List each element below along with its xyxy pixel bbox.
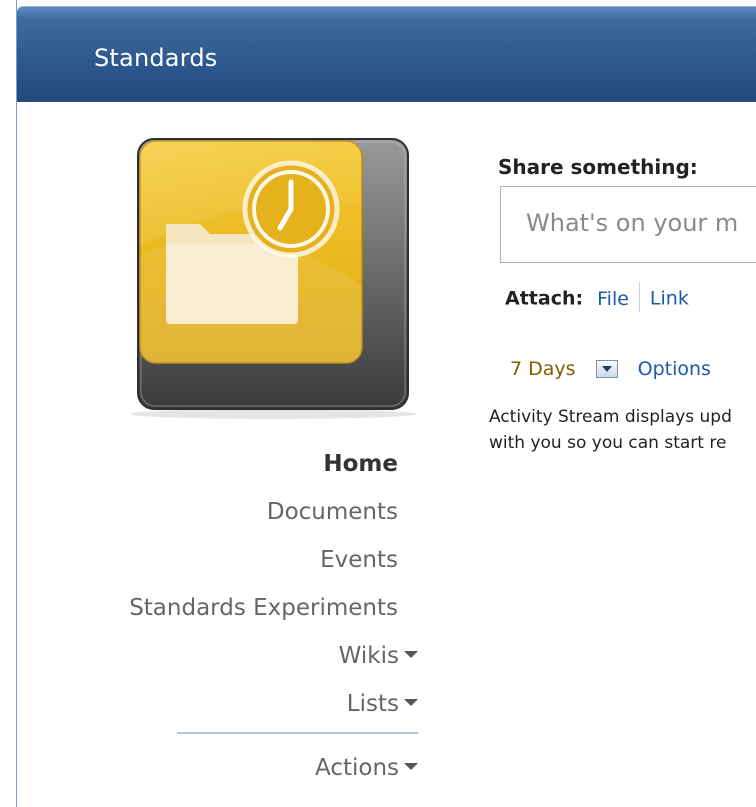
nav-item-label: Lists (346, 691, 399, 717)
attach-row: Attach: File Link (505, 282, 689, 312)
nav-item-lists[interactable]: Lists (347, 690, 418, 718)
left-gutter (0, 0, 16, 807)
nav-item-wikis[interactable]: Wikis (339, 642, 418, 670)
page-title: Standards (94, 44, 218, 72)
nav-divider (177, 732, 418, 734)
share-label: Share something: (498, 155, 698, 179)
attach-label: Attach: (505, 287, 584, 310)
caret-down-icon (404, 651, 418, 658)
options-link[interactable]: Options (638, 358, 711, 380)
nav-item-standards-experiments[interactable]: Standards Experiments (129, 594, 398, 622)
days-dropdown-button[interactable] (595, 359, 618, 378)
nav-item-actions[interactable]: Actions (315, 754, 418, 782)
caret-down-icon (404, 699, 418, 706)
caret-down-icon (404, 763, 418, 770)
header-bar: Standards (17, 6, 756, 102)
filter-row: 7 Days Options (510, 358, 711, 380)
share-input[interactable]: What's on your m (500, 186, 756, 263)
days-filter-label[interactable]: 7 Days (510, 358, 576, 380)
folder-clock-icon (130, 138, 416, 419)
attach-link-link[interactable]: Link (650, 288, 689, 310)
nav-item-label: Actions (314, 755, 399, 781)
share-placeholder: What's on your m (526, 209, 739, 237)
nav-item-events[interactable]: Events (320, 546, 398, 574)
description-line-2: with you so you can start re (489, 433, 727, 453)
nav-item-documents[interactable]: Documents (267, 498, 398, 526)
description-line-1: Activity Stream displays upd (489, 407, 732, 427)
attach-file-link[interactable]: File (597, 288, 629, 310)
activity-stream-description: Activity Stream displays upd with you so… (489, 404, 756, 456)
attach-separator (638, 282, 640, 312)
nav-item-home[interactable]: Home (323, 450, 398, 478)
nav-item-label: Wikis (338, 643, 399, 669)
